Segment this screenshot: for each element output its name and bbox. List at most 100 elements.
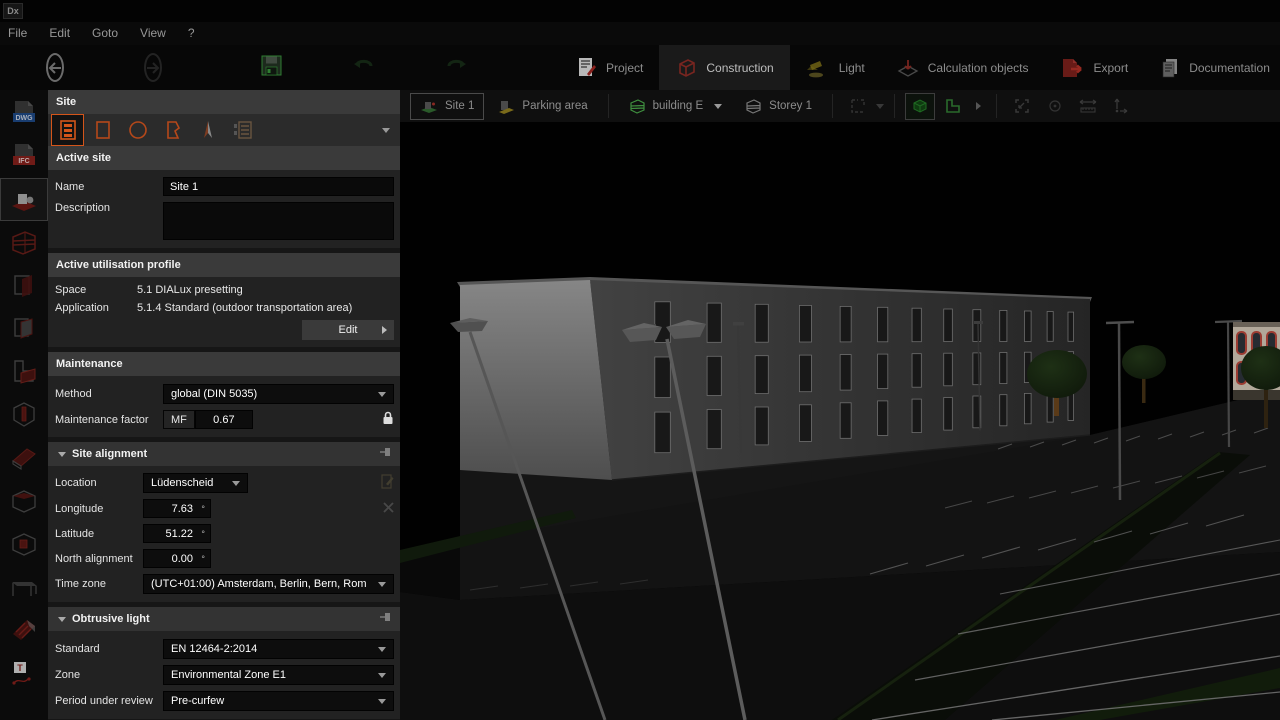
text-tool-button[interactable]: T xyxy=(0,651,48,694)
toolbar-separator xyxy=(608,94,609,118)
building-storeys-icon xyxy=(9,228,39,258)
space-label: Space xyxy=(55,284,137,296)
site-name-input[interactable]: Site 1 xyxy=(163,177,394,196)
obtrusive-light-header[interactable]: Obtrusive light xyxy=(48,607,400,631)
column-tool-button[interactable] xyxy=(0,393,48,436)
building-tool-button[interactable] xyxy=(0,221,48,264)
chevron-down-icon xyxy=(714,104,722,109)
view-3d-button[interactable] xyxy=(905,93,935,120)
site-tool-button[interactable] xyxy=(0,178,48,221)
clear-location-icon[interactable] xyxy=(383,502,394,516)
menu-goto[interactable]: Goto xyxy=(81,22,129,45)
scene-3d-view[interactable] xyxy=(400,122,1280,720)
import-dwg-button[interactable]: DWG xyxy=(0,92,48,135)
chevron-down-icon xyxy=(232,481,240,486)
light-icon xyxy=(806,57,830,79)
viewport-3d[interactable] xyxy=(400,122,1280,720)
lock-icon[interactable] xyxy=(382,411,394,428)
breadcrumb-storey-button[interactable]: Storey 1 xyxy=(735,93,822,120)
storey-tool-button[interactable] xyxy=(0,264,48,307)
tab-calculation-objects[interactable]: Calculation objects xyxy=(881,45,1045,90)
menu-edit[interactable]: Edit xyxy=(38,22,81,45)
circle-icon xyxy=(127,119,149,141)
measure-horizontal-button[interactable] xyxy=(1073,93,1103,120)
ruler-icon xyxy=(1078,97,1098,115)
parking-area-icon xyxy=(497,98,515,114)
construction-icon xyxy=(675,57,697,79)
chevron-down-icon xyxy=(378,673,386,678)
draw-rectangle-button[interactable] xyxy=(86,114,119,146)
pin-icon[interactable] xyxy=(380,442,392,466)
menu-view[interactable]: View xyxy=(129,22,177,45)
redo-icon xyxy=(445,57,467,73)
site-description-input[interactable] xyxy=(163,202,394,240)
timezone-select[interactable]: (UTC+01:00) Amsterdam, Berlin, Bern, Rom xyxy=(143,574,394,594)
slab-tool-button[interactable] xyxy=(0,307,48,350)
material-tool-button[interactable] xyxy=(0,608,48,651)
maintenance-header: Maintenance xyxy=(48,352,400,376)
site-draw-toolbar xyxy=(48,114,400,146)
ceiling-tool-button[interactable] xyxy=(0,479,48,522)
measure-vertical-button[interactable] xyxy=(1106,93,1136,120)
orbit-center-button[interactable] xyxy=(1040,93,1070,120)
menu-help[interactable]: ? xyxy=(177,22,206,45)
calculation-objects-icon xyxy=(897,57,919,79)
chevron-down-icon xyxy=(876,104,884,109)
draw-polygon-button[interactable] xyxy=(156,114,189,146)
furniture-tool-button[interactable] xyxy=(0,565,48,608)
tab-project[interactable]: Project xyxy=(561,45,659,90)
scene-breadcrumb-toolbar: Site 1 Parking area building E Storey 1 xyxy=(400,90,1280,122)
tab-label: Construction xyxy=(706,61,773,75)
menu-file[interactable]: File xyxy=(0,22,38,45)
breadcrumb-parking-button[interactable]: Parking area xyxy=(487,93,597,120)
standard-value: EN 12464-2:2014 xyxy=(171,643,374,655)
tab-documentation[interactable]: Documentation xyxy=(1144,45,1280,90)
north-arrow-button[interactable] xyxy=(191,114,224,146)
save-button[interactable] xyxy=(260,54,283,82)
zone-select[interactable]: Environmental Zone E1 xyxy=(163,665,394,685)
chevron-down-icon xyxy=(378,582,386,587)
maintenance-factor-label: Maintenance factor xyxy=(55,414,163,426)
l-plan-icon xyxy=(944,97,962,115)
furniture-icon xyxy=(9,574,39,600)
maintenance-method-select[interactable]: global (DIN 5035) xyxy=(163,384,394,404)
north-alignment-value: 0.00 xyxy=(149,553,193,565)
back-button[interactable] xyxy=(46,53,64,82)
plan-view-button[interactable] xyxy=(843,93,873,120)
tab-light[interactable]: Light xyxy=(790,45,881,90)
site-properties-button[interactable] xyxy=(226,114,259,146)
location-select[interactable]: Lüdenscheid xyxy=(143,473,248,493)
edit-utilisation-button[interactable]: Edit xyxy=(302,320,394,340)
period-select[interactable]: Pre-curfew xyxy=(163,691,394,711)
tab-label: Calculation objects xyxy=(928,61,1029,75)
tab-construction[interactable]: Construction xyxy=(659,45,789,90)
site-alignment-header[interactable]: Site alignment xyxy=(48,442,400,466)
expand-arrow-icon[interactable] xyxy=(976,102,981,110)
undo-button[interactable] xyxy=(353,57,375,78)
breadcrumb-building-button[interactable]: building E xyxy=(619,93,733,120)
maintenance-factor-input[interactable]: 0.67 xyxy=(195,410,253,429)
north-alignment-input[interactable]: 0.00 ° xyxy=(143,549,211,568)
export-icon xyxy=(1061,57,1085,79)
view-floorplan-button[interactable] xyxy=(938,93,968,120)
longitude-input[interactable]: 7.63 ° xyxy=(143,499,211,518)
edit-location-icon[interactable] xyxy=(381,474,394,492)
draw-circle-button[interactable] xyxy=(121,114,154,146)
import-ifc-button[interactable]: IFC xyxy=(0,135,48,178)
pin-icon[interactable] xyxy=(380,607,392,631)
ramp-icon xyxy=(9,445,39,471)
standard-select[interactable]: EN 12464-2:2014 xyxy=(163,639,394,659)
zoom-fit-button[interactable] xyxy=(1007,93,1037,120)
draw-site-list-button[interactable] xyxy=(51,114,84,146)
opening-tool-button[interactable] xyxy=(0,522,48,565)
breadcrumb-site-button[interactable]: Site 1 xyxy=(410,93,484,120)
description-label: Description xyxy=(55,202,163,214)
toolrow-dropdown[interactable] xyxy=(382,128,396,133)
north-alignment-label: North alignment xyxy=(55,553,143,565)
redo-button[interactable] xyxy=(445,57,467,78)
tab-export[interactable]: Export xyxy=(1045,45,1145,90)
latitude-input[interactable]: 51.22 ° xyxy=(143,524,211,543)
forward-button[interactable] xyxy=(144,53,162,82)
ramp-tool-button[interactable] xyxy=(0,436,48,479)
roof-tool-button[interactable] xyxy=(0,350,48,393)
